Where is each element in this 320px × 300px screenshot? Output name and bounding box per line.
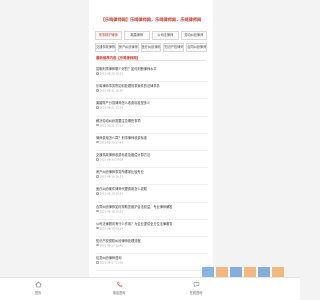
item-meta: 2021-06-19 16:27 (96, 175, 208, 179)
item-date: 2021-06-22 10:52 (99, 72, 123, 76)
item-date: 2021-06-21 15:18 (99, 106, 123, 110)
item-date: 2021-06-18 15:51 (99, 209, 123, 213)
watermark-block-4 (244, 267, 256, 277)
nav-phone-label: 电话咨询 (112, 291, 126, 295)
item-meta: 2021-06-17 16:40 (96, 243, 208, 248)
site-title[interactable]: 【乐鸣律师网】乐鸣律师网，乐鸣律师网，乐鸣律师网 (89, 17, 213, 23)
phone-icon (117, 281, 122, 287)
list-item[interactable]: 昆明刑事律师哪个好的？如何判断律师水平 2021-06-22 10:52 (96, 65, 208, 83)
clock-icon (96, 243, 99, 247)
item-date: 2021-06-20 14:09 (99, 158, 123, 162)
item-meta: 2021-06-19 10:33 (96, 192, 208, 196)
item-title[interactable]: 医疗纠纷案件律师代理费用怎么收取 (96, 187, 208, 191)
list-item[interactable]: 医疗纠纷案件律师代理费用怎么收取 2021-06-19 10:33 (96, 185, 208, 203)
tab-7[interactable]: 医疗纠纷律师 (140, 43, 162, 52)
item-title[interactable]: 债务纠纷律师咨询 (96, 256, 208, 260)
nav-chat[interactable]: 在线咨询 (176, 281, 216, 295)
item-meta: 2021-06-20 17:45 (96, 140, 208, 145)
section-divider (96, 60, 206, 61)
item-date: 2021-06-21 11:02 (99, 123, 123, 127)
item-title[interactable]: 解决劳动纠纷需要注意哪些事项 (96, 119, 208, 123)
tab-row-2: 交通事故律师 房产纠纷律师 医疗纠纷律师 知识产权律师 合同纠纷律师 (95, 43, 207, 52)
item-date: 2021-06-17 11:06 (99, 261, 123, 265)
list-item[interactable]: 交通事故律师收费标准及赔偿计算方法 2021-06-20 14:09 (96, 151, 208, 169)
item-meta: 2021-06-17 11:06 (96, 261, 208, 265)
tab-2[interactable]: 离婚律师 (123, 31, 150, 40)
list-item[interactable]: 乐鸣律师事务所如何处理刑事案件的法律事务 2021-06-21 16:30 (96, 82, 208, 100)
item-title[interactable]: 知识产权侵权纠纷律师处理流程 (96, 239, 208, 243)
list-item[interactable]: 解决劳动纠纷需要注意哪些事项 2021-06-21 11:02 (96, 117, 208, 134)
item-title[interactable]: 律师费用怎么算？刑事律师收费标准 (96, 136, 208, 140)
item-meta: 2021-06-21 11:02 (96, 123, 208, 128)
clock-icon (96, 106, 99, 109)
clock-icon (96, 209, 99, 213)
nav-phone[interactable]: 电话咨询 (99, 281, 139, 295)
item-date: 2021-06-19 10:33 (99, 192, 123, 196)
item-meta: 2021-06-18 09:14 (96, 226, 208, 231)
nav-home-label: 首页 (34, 291, 42, 295)
clock-icon (96, 175, 99, 178)
tab-1[interactable]: 刑事辩护律师 (95, 31, 122, 40)
page-content: 【乐鸣律师网】乐鸣律师网，乐鸣律师网，乐鸣律师网 刑事辩护律师 离婚律师 公司法… (89, 0, 213, 300)
watermark-block-3 (230, 267, 242, 277)
list-item[interactable]: 公司法律顾问有什么作用？为企业提供全方位法律服务 2021-06-18 09:1… (96, 220, 208, 237)
article-list: 昆明刑事律师哪个好的？如何判断律师水平 2021-06-22 10:52 乐鸣律… (96, 65, 208, 272)
watermark-block-6 (272, 267, 284, 277)
bottom-navigation: 首页 电话咨询 在线咨询 (0, 277, 300, 300)
list-item[interactable]: 离婚财产分割律师怎么收费标准是多少 2021-06-21 15:18 (96, 99, 208, 117)
tab-row-1: 刑事辩护律师 离婚律师 公司法律师 劳动纠纷律师 (95, 31, 207, 40)
item-meta: 2021-06-21 15:18 (96, 106, 208, 110)
clock-icon (96, 140, 99, 144)
item-title[interactable]: 房产纠纷律师事务所哪家比较专业 (96, 170, 208, 174)
item-title[interactable]: 公司法律顾问有什么作用？为企业提供全方位法律服务 (96, 222, 208, 226)
item-date: 2021-06-20 17:45 (99, 141, 123, 145)
watermark-block-2 (216, 267, 228, 277)
tab-3[interactable]: 公司法律师 (152, 31, 179, 40)
watermark-block-5 (258, 267, 270, 277)
item-meta: 2021-06-20 14:09 (96, 157, 208, 162)
tab-4[interactable]: 劳动纠纷律师 (180, 31, 207, 40)
tab-6[interactable]: 房产纠纷律师 (117, 43, 139, 52)
nav-home[interactable]: 首页 (18, 281, 58, 295)
clock-icon (96, 192, 99, 195)
item-date: 2021-06-18 09:14 (99, 226, 123, 230)
chat-icon (193, 282, 199, 288)
item-title[interactable]: 离婚财产分割律师怎么收费标准是多少 (96, 101, 208, 105)
tab-9[interactable]: 合同纠纷律师 (186, 43, 207, 52)
list-item[interactable]: 债务纠纷律师咨询 2021-06-17 11:06 (96, 254, 208, 272)
list-item[interactable]: 合同纠纷律师如何帮助您维护合法权益，专业律师解答 2021-06-18 15:5… (96, 203, 208, 220)
list-item[interactable]: 知识产权侵权纠纷律师处理流程 2021-06-17 16:40 (96, 237, 208, 255)
nav-chat-label: 在线咨询 (189, 291, 203, 295)
tab-8[interactable]: 知识产权律师 (163, 43, 185, 52)
list-item[interactable]: 律师费用怎么算？刑事律师收费标准 2021-06-20 17:45 (96, 134, 208, 151)
home-icon (35, 281, 41, 288)
clock-icon (96, 157, 99, 161)
item-date: 2021-06-21 16:30 (99, 89, 123, 93)
clock-icon (96, 261, 99, 264)
clock-icon (96, 89, 99, 92)
item-meta: 2021-06-21 16:30 (96, 89, 208, 93)
tab-5[interactable]: 交通事故律师 (95, 43, 116, 52)
clock-icon (96, 123, 99, 127)
item-title[interactable]: 乐鸣律师事务所如何处理刑事案件的法律事务 (96, 84, 208, 88)
item-title[interactable]: 昆明刑事律师哪个好的？如何判断律师水平 (96, 67, 208, 71)
item-meta: 2021-06-18 15:51 (96, 209, 208, 214)
item-date: 2021-06-17 16:40 (99, 244, 123, 248)
watermark-block-1 (202, 267, 214, 277)
list-item[interactable]: 房产纠纷律师事务所哪家比较专业 2021-06-19 16:27 (96, 168, 208, 186)
clock-icon (96, 226, 99, 230)
item-date: 2021-06-19 16:27 (99, 175, 123, 179)
clock-icon (96, 72, 99, 75)
item-title[interactable]: 交通事故律师收费标准及赔偿计算方法 (96, 153, 208, 157)
category-tabs: 刑事辩护律师 离婚律师 公司法律师 劳动纠纷律师 交通事故律师 房产纠纷律师 医… (95, 31, 207, 55)
item-meta: 2021-06-22 10:52 (96, 72, 208, 76)
item-title[interactable]: 合同纠纷律师如何帮助您维护合法权益，专业律师解答 (96, 205, 208, 209)
